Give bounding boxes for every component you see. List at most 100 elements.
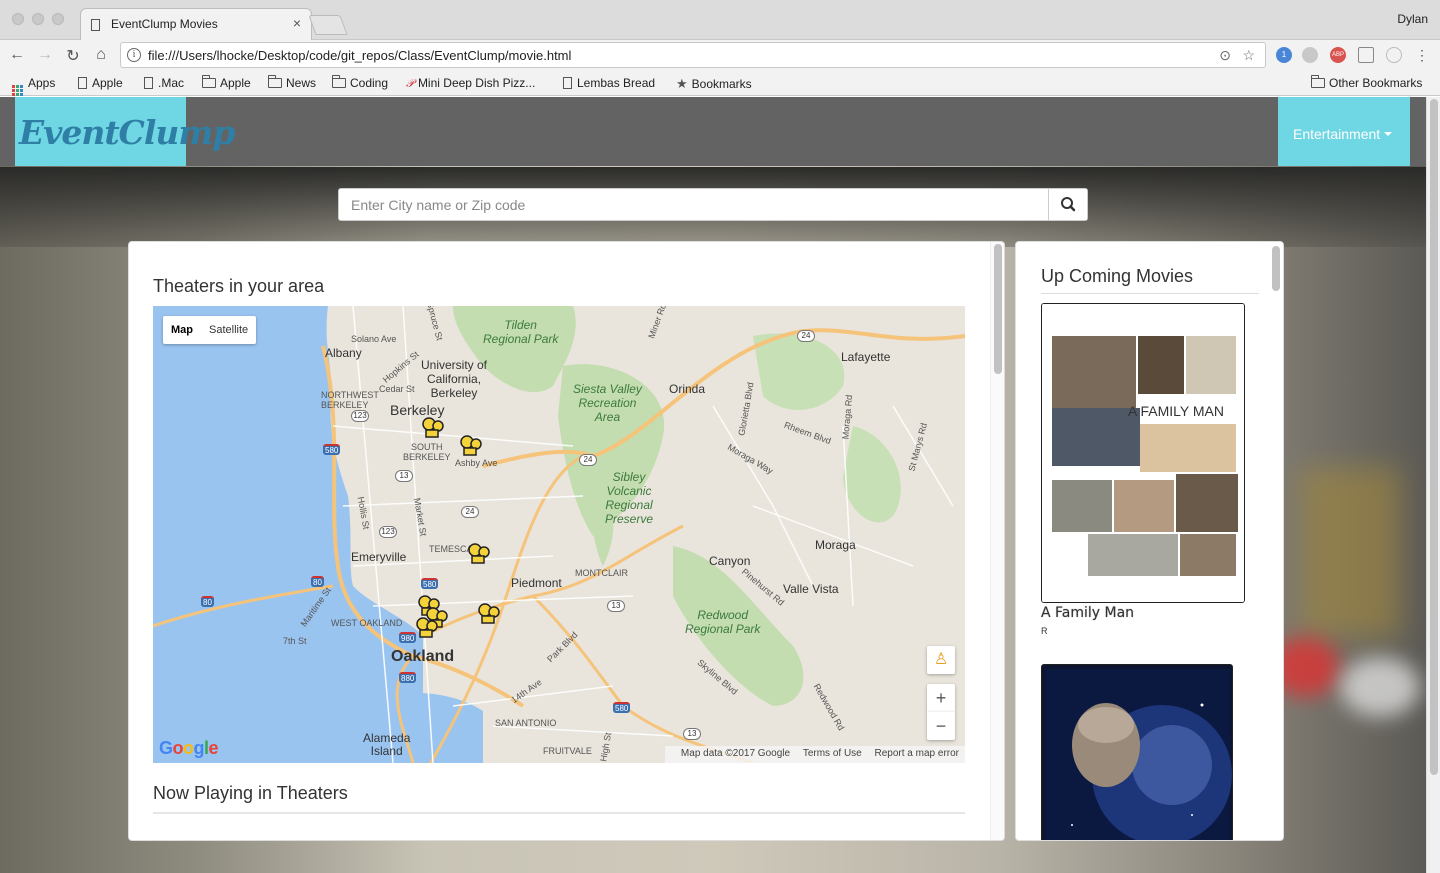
map-label-orinda: Orinda (669, 382, 706, 396)
movie-poster[interactable] (1041, 664, 1233, 840)
search-input[interactable] (339, 189, 1049, 220)
route-marker: 13 (607, 600, 625, 612)
minimize-window-button[interactable] (32, 13, 44, 25)
maximize-window-button[interactable] (52, 13, 64, 25)
forward-icon[interactable]: → (36, 46, 54, 64)
map-label-moraga: Moraga (815, 538, 856, 552)
pinterest-icon: 𝒫 (406, 78, 414, 90)
bookmark-lembas[interactable]: Lembas Bread (563, 76, 655, 90)
card-scrollbar[interactable] (990, 242, 1004, 840)
map-type-map-button[interactable]: Map (163, 316, 201, 344)
movie-title[interactable]: A Family Man (1041, 605, 1134, 621)
theater-pin-icon[interactable] (421, 416, 445, 440)
google-map[interactable]: Tilden Regional Park Albany University o… (153, 306, 965, 763)
adblock-icon[interactable]: ABP (1330, 47, 1346, 63)
movie-rating: R (1041, 626, 1048, 636)
brand-logo[interactable]: EventClump (15, 97, 235, 166)
entertainment-dropdown[interactable]: Entertainment (1278, 97, 1410, 166)
page-icon (144, 77, 153, 89)
zoom-out-button[interactable]: − (927, 712, 955, 740)
route-marker: 13 (683, 728, 701, 740)
search-button[interactable] (1048, 189, 1087, 220)
interstate-shield: 580 (613, 702, 631, 713)
browser-tab[interactable]: EventClump Movies × (80, 8, 312, 40)
route-marker: 24 (579, 454, 597, 466)
map-label-lafayette: Lafayette (841, 350, 891, 364)
profile-name[interactable]: Dylan (1397, 12, 1428, 26)
close-tab-icon[interactable]: × (293, 15, 301, 31)
site-navbar: EventClump Entertainment (0, 97, 1426, 166)
info-icon[interactable]: i (127, 48, 141, 62)
movie-poster[interactable]: A FAMILY MAN (1041, 303, 1245, 603)
map-label-south-berkeley: SOUTH BERKELEY (403, 442, 451, 462)
map-type-toggle: Map Satellite (163, 316, 257, 344)
bookmark-apple[interactable]: Apple (78, 76, 123, 90)
route-marker: 13 (395, 470, 413, 482)
interstate-shield: 980 (399, 632, 417, 643)
page-icon (78, 77, 87, 89)
theater-pin-icon[interactable] (415, 616, 439, 640)
brand-name: EventClump (19, 113, 235, 152)
terms-of-use-link[interactable]: Terms of Use (803, 748, 862, 759)
map-label-oakland: Oakland (391, 648, 455, 665)
poster-image: A FAMILY MAN (1042, 304, 1244, 602)
map-type-satellite-button[interactable]: Satellite (201, 316, 256, 344)
map-canvas (153, 306, 965, 763)
route-marker: 24 (797, 330, 815, 342)
map-road-7th: 7th St (283, 636, 307, 646)
folder-icon (268, 75, 282, 88)
pegman-icon[interactable]: ♙ (927, 646, 955, 674)
route-marker: 123 (351, 410, 369, 422)
address-bar[interactable]: i file:///Users/lhocke/Desktop/code/git_… (120, 42, 1266, 68)
map-label-uc-berkeley: University of California, Berkeley (421, 358, 488, 400)
extension-icon[interactable]: 1 (1276, 47, 1292, 63)
bookmarks-bar: Apps Apple .Mac Apple News Coding 𝒫 Mini … (0, 72, 1440, 96)
map-road-ashby: Ashby Ave (455, 458, 498, 468)
location-target-icon[interactable]: ⊙ (1219, 47, 1231, 64)
cloud-extension-icon[interactable] (1302, 47, 1318, 63)
extension-circle-icon[interactable] (1386, 47, 1402, 63)
map-label-fruitvale: FRUITVALE (543, 746, 592, 756)
bookmark-other[interactable]: Other Bookmarks (1311, 75, 1422, 90)
menu-kebab-icon[interactable]: ⋮ (1414, 47, 1430, 63)
bookmark-folder-apple[interactable]: Apple (202, 75, 251, 90)
entertainment-label: Entertainment (1293, 126, 1381, 142)
folder-icon (332, 75, 346, 88)
bookmark-folder-news[interactable]: News (268, 75, 316, 90)
map-label-valle-vista: Valle Vista (783, 582, 839, 596)
map-label-san-antonio: SAN ANTONIO (495, 718, 557, 728)
map-road-cedar: Cedar St (379, 384, 415, 394)
page-scrollbar[interactable] (1426, 97, 1440, 873)
cast-icon[interactable] (1358, 47, 1374, 63)
report-map-error-link[interactable]: Report a map error (875, 748, 959, 759)
theater-pin-icon[interactable] (467, 542, 491, 566)
reload-icon[interactable]: ↻ (64, 46, 82, 66)
bookmark-folder-coding[interactable]: Coding (332, 75, 388, 90)
new-tab-button[interactable] (308, 15, 348, 35)
bookmark-mac[interactable]: .Mac (144, 76, 184, 90)
url-text[interactable]: file:///Users/lhocke/Desktop/code/git_re… (148, 48, 571, 63)
interstate-shield: 80 (311, 576, 324, 587)
bookmark-pizza[interactable]: 𝒫 Mini Deep Dish Pizz... (406, 76, 535, 91)
poster-title-text: A FAMILY MAN (1128, 403, 1224, 419)
home-icon[interactable]: ⌂ (92, 46, 110, 64)
page-icon (563, 77, 572, 89)
star-icon: ★ (676, 76, 688, 91)
bookmark-apps[interactable]: Apps (12, 76, 55, 96)
map-label-emeryville: Emeryville (351, 550, 407, 564)
map-label-alameda: Alameda Island (363, 731, 411, 758)
back-icon[interactable]: ← (8, 46, 26, 64)
map-data-credit: Map data ©2017 Google (680, 748, 791, 759)
caret-down-icon (1384, 132, 1393, 136)
map-road-solano: Solano Ave (351, 334, 397, 344)
google-logo[interactable]: Google (159, 738, 219, 759)
theater-pin-icon[interactable] (477, 602, 501, 626)
bookmark-star-icon[interactable]: ☆ (1242, 47, 1255, 64)
sidebar-scrollbar[interactable] (1272, 246, 1280, 291)
sidebar-divider (1041, 293, 1259, 294)
theater-pin-icon[interactable] (459, 434, 483, 458)
zoom-in-button[interactable]: + (927, 684, 955, 712)
bookmark-bookmarks[interactable]: ★ Bookmarks (676, 76, 752, 92)
map-label-albany: Albany (325, 346, 362, 360)
close-window-button[interactable] (12, 13, 24, 25)
